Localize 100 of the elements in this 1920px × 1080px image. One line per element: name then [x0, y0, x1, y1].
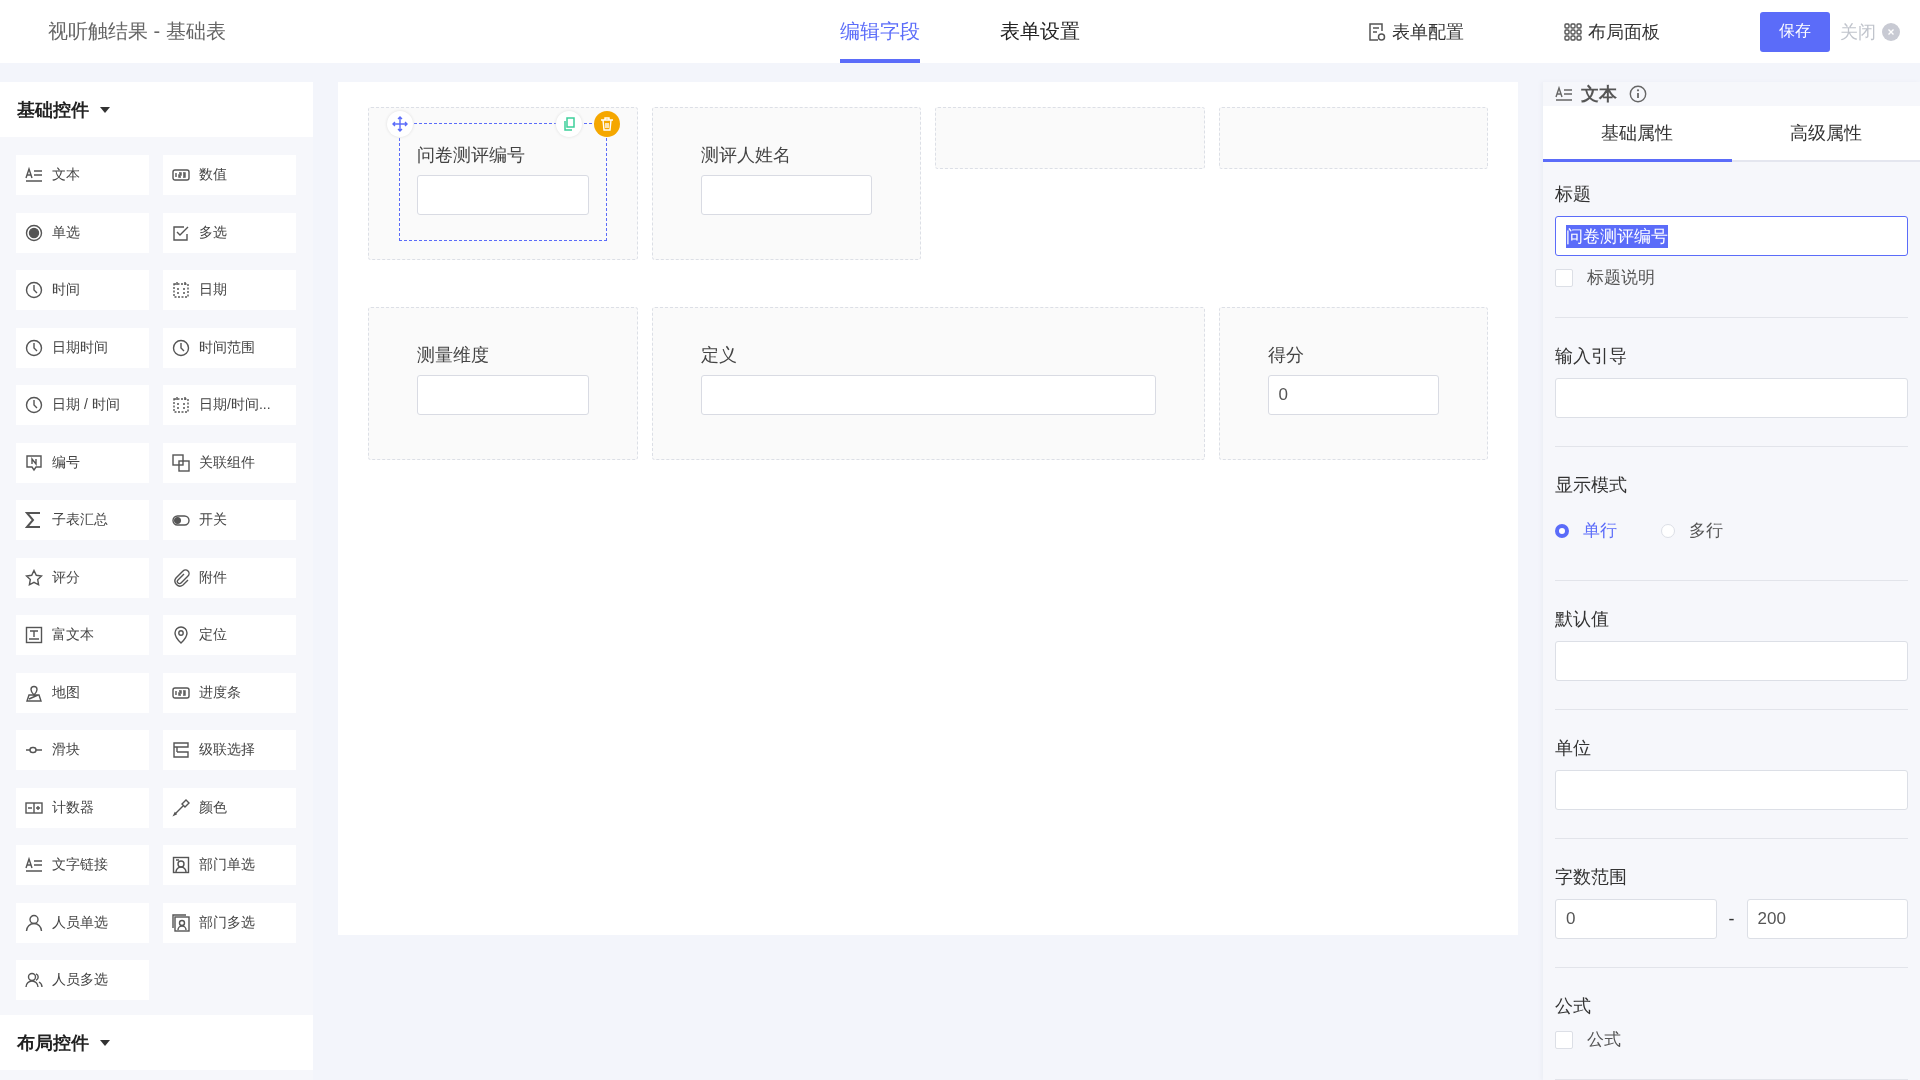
control-item[interactable]: 滑块 — [16, 730, 149, 770]
layout-panel-button[interactable]: 布局面板 — [1564, 19, 1660, 44]
checkbox-icon — [172, 223, 190, 242]
control-item[interactable]: 文本 — [16, 155, 149, 195]
field-label: 得分 — [1267, 344, 1305, 367]
property-label: 单位 — [1555, 737, 1592, 760]
text-input[interactable]: 0 — [1267, 375, 1439, 415]
property-tab[interactable]: 高级属性 — [1731, 106, 1920, 162]
field-label: 问卷测评编号 — [417, 144, 526, 167]
editor-tab[interactable]: 表单设置 — [1000, 0, 1080, 63]
title-note-checkbox[interactable]: 标题说明 — [1555, 266, 1908, 289]
property-label: 默认值 — [1555, 608, 1610, 631]
text-input[interactable] — [1555, 378, 1908, 418]
radio-icon — [25, 223, 43, 242]
sigma-icon — [25, 511, 43, 529]
person-frame-icon — [172, 913, 190, 932]
field-card[interactable]: 测量维度 — [368, 307, 638, 460]
control-item[interactable]: 编号 — [16, 442, 149, 483]
people-icon — [25, 971, 43, 989]
field-label: 测评人姓名 — [700, 144, 792, 167]
formula-checkbox[interactable]: 公式 — [1555, 1028, 1908, 1051]
calendar-icon — [172, 396, 190, 414]
field-card[interactable]: 问卷测评编号 — [368, 107, 638, 260]
text-input[interactable] — [417, 175, 589, 215]
text-input[interactable] — [700, 175, 872, 215]
copy-icon — [562, 117, 575, 131]
text-input[interactable] — [1555, 641, 1908, 681]
mode-radio[interactable]: 多行 — [1661, 519, 1723, 542]
control-item[interactable]: 日期 — [163, 270, 296, 310]
editor-tab[interactable]: 编辑字段 — [840, 0, 920, 63]
control-item[interactable]: 颜色 — [163, 787, 296, 828]
control-item[interactable]: 评分 — [16, 557, 149, 598]
control-item[interactable]: 日期 / 时间 — [16, 385, 149, 425]
eyedropper-icon — [172, 798, 190, 817]
control-item[interactable]: 日期/时间... — [163, 385, 296, 425]
min-input[interactable]: 0 — [1555, 899, 1717, 939]
document-icon — [25, 626, 43, 644]
mode-radio[interactable]: 单行 — [1555, 519, 1617, 542]
control-item[interactable]: 富文本 — [16, 615, 149, 655]
control-item[interactable]: 附件 — [163, 557, 296, 598]
control-item[interactable]: 人员单选 — [16, 902, 149, 943]
calendar-icon — [172, 281, 190, 299]
empty-slot[interactable] — [1218, 107, 1488, 169]
move-handle[interactable] — [387, 111, 413, 137]
location-pin-icon — [172, 626, 190, 644]
move-icon — [392, 116, 408, 132]
close-icon — [1882, 22, 1900, 41]
text-lines-icon — [1555, 86, 1573, 102]
control-item[interactable]: 日期时间 — [16, 327, 149, 368]
delete-button[interactable] — [593, 111, 620, 137]
control-item[interactable]: 计数器 — [16, 787, 149, 828]
control-item[interactable]: 数值 — [163, 155, 296, 195]
star-icon — [25, 568, 43, 587]
property-tab[interactable]: 基础属性 — [1543, 106, 1732, 162]
control-item[interactable]: 时间范围 — [163, 327, 296, 368]
text-input[interactable] — [700, 375, 1156, 415]
property-label: 输入引导 — [1555, 345, 1628, 368]
clock-icon — [25, 281, 43, 299]
control-item[interactable]: 进度条 — [163, 672, 296, 713]
field-card[interactable]: 得分 0 — [1218, 307, 1488, 460]
save-button[interactable]: 保存 — [1760, 11, 1830, 52]
control-item[interactable]: 级联选择 — [163, 730, 296, 770]
layout-controls-header[interactable]: 布局控件 — [0, 1015, 313, 1070]
field-label: 定义 — [700, 344, 738, 367]
range-separator: - — [1728, 908, 1735, 930]
control-item[interactable]: 开关 — [163, 500, 296, 540]
property-label: 标题 — [1555, 183, 1592, 206]
stacked-list-icon — [172, 741, 190, 759]
person-frame-icon — [172, 856, 190, 874]
field-card[interactable]: 测评人姓名 — [651, 107, 921, 260]
max-input[interactable]: 200 — [1746, 899, 1908, 939]
control-item[interactable]: 单选 — [16, 212, 149, 253]
form-config-button[interactable]: 表单配置 — [1368, 19, 1464, 44]
person-icon — [25, 913, 43, 932]
property-label: 公式 — [1555, 995, 1592, 1018]
clock-icon — [172, 338, 190, 357]
control-item[interactable]: 多选 — [163, 212, 296, 253]
field-label: 测量维度 — [417, 344, 490, 367]
control-item[interactable]: 定位 — [163, 615, 296, 655]
clock-icon — [25, 338, 43, 357]
control-item[interactable]: 人员多选 — [16, 960, 149, 1000]
control-item[interactable]: 文字链接 — [16, 845, 149, 885]
control-item[interactable]: 子表汇总 — [16, 500, 149, 540]
property-label: 显示模式 — [1555, 474, 1628, 497]
control-item[interactable]: 地图 — [16, 672, 149, 713]
control-item[interactable]: 部门单选 — [163, 845, 296, 885]
paperclip-icon — [172, 568, 190, 587]
control-item[interactable]: 关联组件 — [163, 442, 296, 483]
copy-button[interactable] — [555, 111, 582, 137]
control-item[interactable]: 时间 — [16, 270, 149, 310]
basic-controls-header[interactable]: 基础控件 — [0, 82, 313, 137]
text-input[interactable] — [1555, 770, 1908, 810]
control-item[interactable]: 部门多选 — [163, 902, 296, 943]
text-input[interactable] — [417, 375, 589, 415]
empty-slot[interactable] — [935, 107, 1205, 169]
text-lines-icon — [25, 856, 43, 874]
grid-icon — [1564, 22, 1582, 41]
panel-title: 文本 — [1581, 83, 1617, 106]
field-card[interactable]: 定义 — [651, 307, 1205, 460]
text-input[interactable]: 问卷测评编号 — [1555, 216, 1908, 256]
